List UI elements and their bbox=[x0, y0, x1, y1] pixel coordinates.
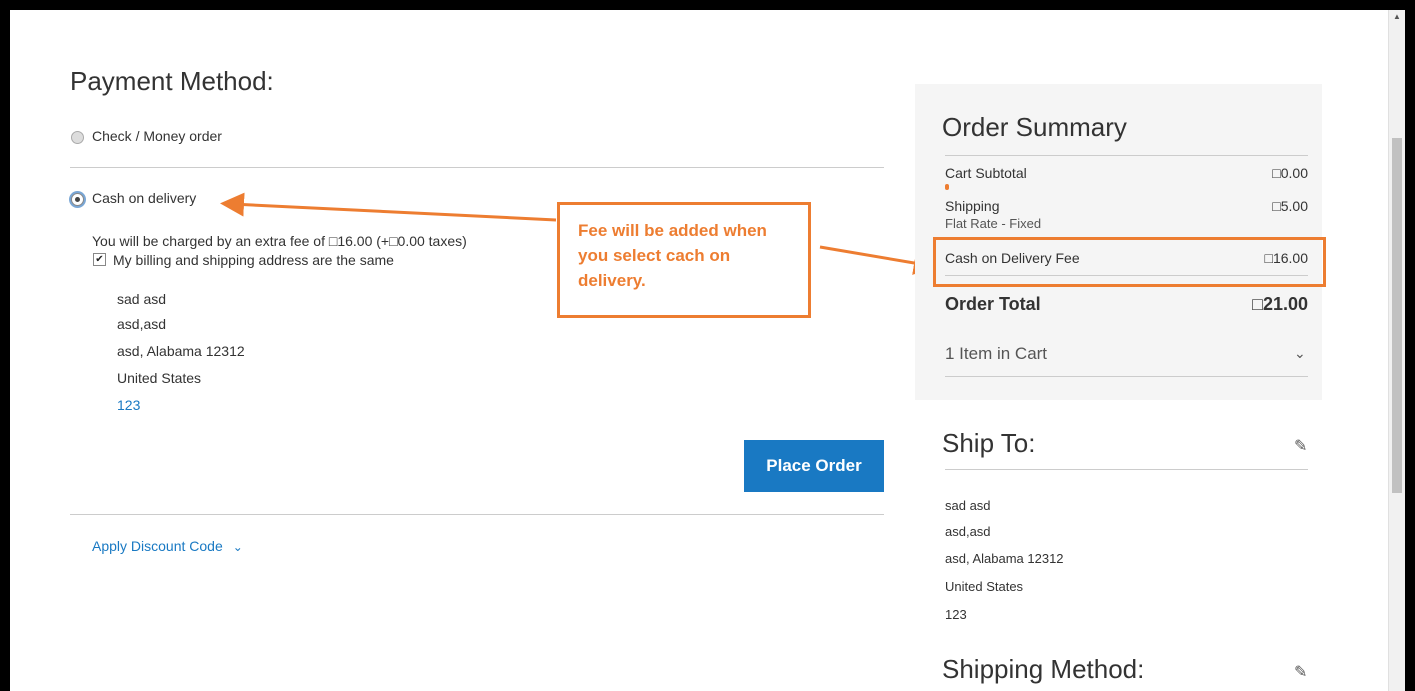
check-money-order-label[interactable]: Check / Money order bbox=[92, 128, 222, 144]
divider bbox=[945, 376, 1308, 377]
annotation-callout-text: Fee will be added when you select cach o… bbox=[578, 218, 808, 293]
place-order-button[interactable]: Place Order bbox=[744, 440, 884, 492]
edit-pencil-icon[interactable]: ✎ bbox=[1294, 662, 1307, 682]
same-address-checkbox[interactable]: ✔ bbox=[93, 253, 106, 266]
cash-on-delivery-label[interactable]: Cash on delivery bbox=[92, 190, 196, 206]
ship-address-line: sad asd bbox=[945, 498, 991, 513]
ship-address-line: asd, Alabama 12312 bbox=[945, 551, 1064, 566]
shipping-method-title: Shipping Method: bbox=[942, 654, 1145, 684]
apply-discount-label: Apply Discount Code bbox=[92, 538, 223, 554]
callout-line: delivery. bbox=[578, 271, 646, 290]
ship-address-line: United States bbox=[945, 579, 1024, 594]
cod-fee-label: Cash on Delivery Fee bbox=[945, 250, 1080, 266]
divider bbox=[70, 514, 884, 515]
arrow-to-cod-option bbox=[220, 192, 557, 222]
check-money-order-radio[interactable] bbox=[71, 131, 84, 144]
arrow-to-fee-row bbox=[819, 245, 938, 275]
ship-address-line: asd,asd bbox=[945, 524, 991, 539]
order-summary-title: Order Summary bbox=[942, 112, 1127, 142]
billing-phone-link[interactable]: 123 bbox=[117, 397, 140, 413]
edit-pencil-icon[interactable]: ✎ bbox=[1294, 436, 1307, 456]
fee-note: You will be charged by an extra fee of □… bbox=[92, 233, 467, 249]
callout-line: Fee will be added when bbox=[578, 221, 767, 240]
shipping-method-text: Flat Rate - Fixed bbox=[945, 216, 1042, 231]
cart-subtotal-label: Cart Subtotal bbox=[945, 165, 1027, 181]
items-in-cart-toggle[interactable]: 1 Item in Cart bbox=[945, 344, 1047, 364]
billing-address-line: sad asd bbox=[117, 291, 167, 307]
billing-address-line: asd, Alabama 12312 bbox=[117, 343, 245, 359]
checkout-page: Payment Method: Check / Money order Cash… bbox=[10, 10, 1405, 691]
ship-to-title: Ship To: bbox=[942, 428, 1036, 458]
shipping-label: Shipping bbox=[945, 198, 1000, 214]
shipping-value: □5.00 bbox=[1272, 198, 1308, 214]
chevron-down-icon: ⌄ bbox=[232, 540, 243, 554]
vertical-scrollbar[interactable]: ▲ bbox=[1388, 10, 1405, 691]
cod-fee-value: □16.00 bbox=[1264, 250, 1309, 266]
marker-dot bbox=[945, 184, 949, 190]
divider bbox=[945, 155, 1308, 156]
ship-phone-link[interactable]: 123 bbox=[945, 607, 967, 622]
order-total-value: □21.00 bbox=[1252, 294, 1308, 314]
billing-address-line: United States bbox=[117, 370, 202, 386]
order-total-label: Order Total bbox=[945, 294, 1041, 314]
cart-subtotal-value: □0.00 bbox=[1272, 165, 1308, 181]
payment-method-title: Payment Method: bbox=[70, 66, 274, 96]
scroll-up-icon[interactable]: ▲ bbox=[1389, 12, 1405, 21]
chevron-down-icon[interactable]: ⌄ bbox=[1294, 345, 1306, 362]
apply-discount-toggle[interactable]: Apply Discount Code ⌄ bbox=[92, 538, 243, 554]
cash-on-delivery-radio[interactable] bbox=[71, 193, 84, 206]
divider bbox=[70, 167, 884, 168]
same-address-label[interactable]: My billing and shipping address are the … bbox=[113, 252, 394, 268]
callout-line: you select cach on bbox=[578, 246, 731, 265]
scrollbar-thumb[interactable] bbox=[1392, 138, 1402, 493]
divider bbox=[945, 469, 1308, 470]
divider bbox=[945, 275, 1308, 276]
billing-address-line: asd,asd bbox=[117, 316, 167, 332]
